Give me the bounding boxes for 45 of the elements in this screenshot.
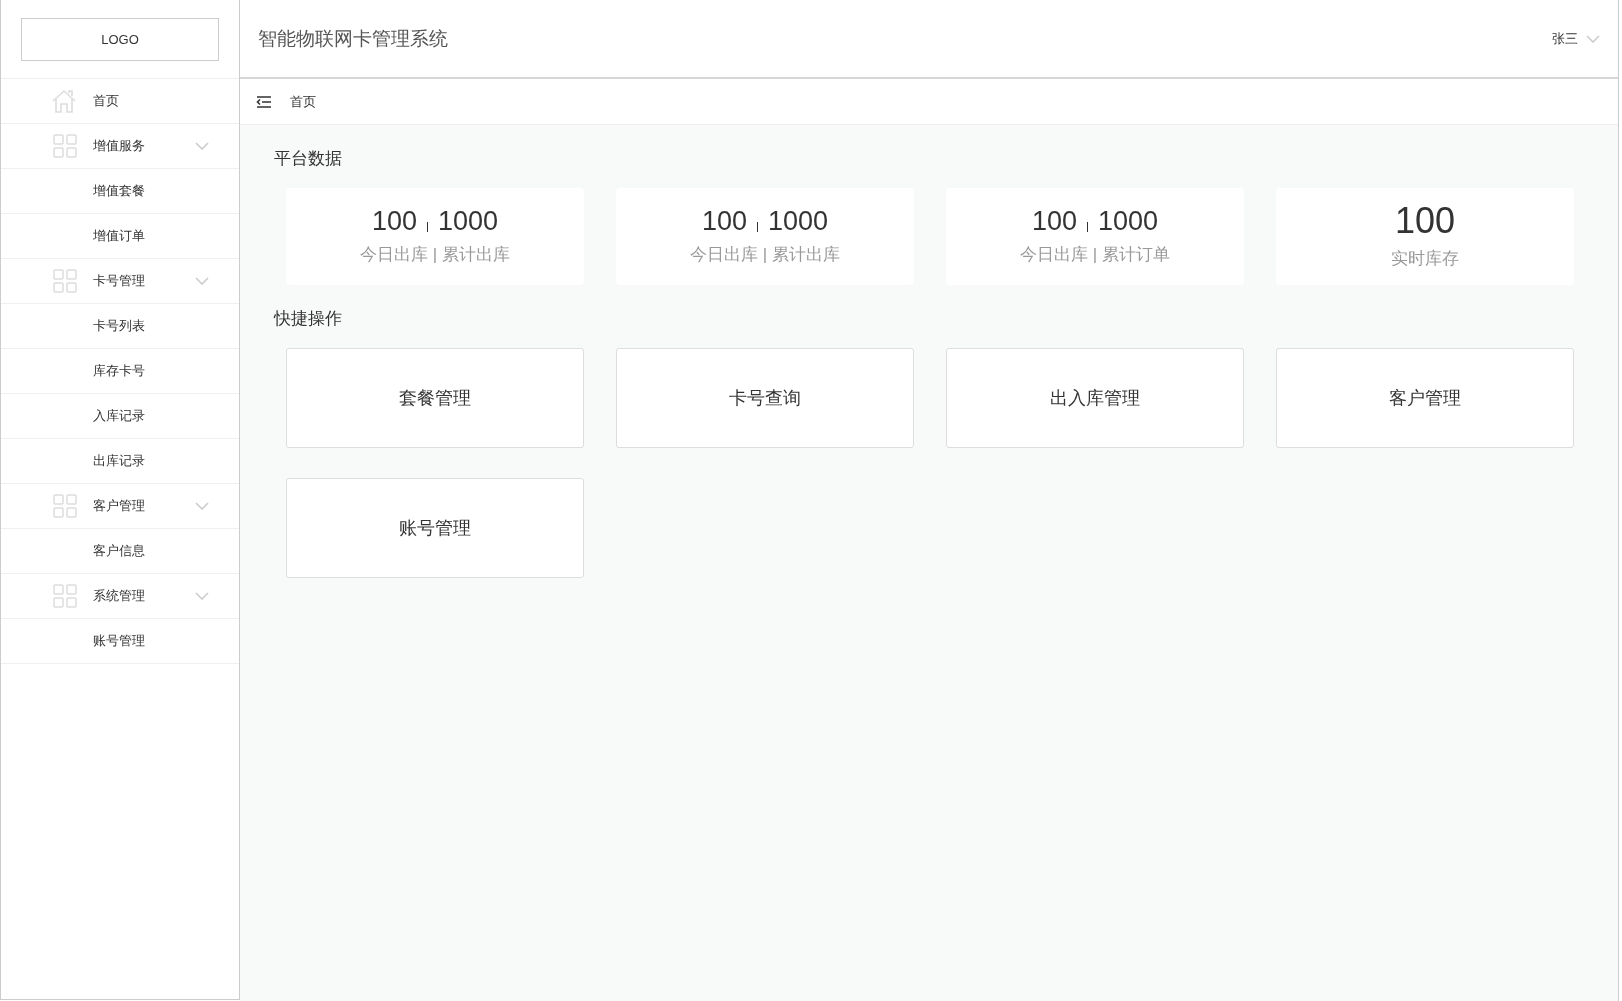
nav-item[interactable]: 系统管理 — [1, 574, 239, 619]
separator-bar — [427, 221, 428, 232]
stat-value: 1000 — [1098, 207, 1159, 235]
grid-icon — [53, 494, 77, 518]
nav-item[interactable]: 客户管理 — [1, 484, 239, 529]
stat-value: 100 — [1031, 207, 1077, 235]
chevron-down-icon — [1586, 34, 1600, 43]
stat-value: 1000 — [768, 207, 829, 235]
breadcrumb-link[interactable]: 首页 — [290, 92, 316, 111]
nav-item[interactable]: 增值服务 — [1, 124, 239, 169]
home-icon — [51, 88, 77, 114]
nav-subitem[interactable]: 客户信息 — [1, 529, 239, 574]
nav-subitem[interactable]: 库存卡号 — [1, 349, 239, 394]
stat-value: 100 — [1394, 203, 1456, 239]
nav-subitem[interactable]: 卡号列表 — [1, 304, 239, 349]
stat-label: 实时库存 — [1391, 248, 1459, 270]
nav-subitem[interactable]: 入库记录 — [1, 394, 239, 439]
grid-icon — [53, 134, 77, 158]
app-title: 智能物联网卡管理系统 — [258, 26, 448, 51]
stat-value: 100 — [371, 207, 417, 235]
quick-action-button[interactable]: 账号管理 — [286, 478, 584, 578]
nav-subitem[interactable]: 增值订单 — [1, 214, 239, 259]
quick-action-button[interactable]: 卡号查询 — [616, 348, 914, 448]
grid-icon — [53, 584, 77, 608]
separator-bar — [1087, 221, 1088, 232]
stat-label: 今日出库 | 累计出库 — [690, 243, 840, 266]
section-title: 快捷操作 — [274, 308, 343, 330]
stat-value: 1000 — [438, 207, 499, 235]
section-title: 平台数据 — [274, 148, 343, 170]
user-menu[interactable]: 张三 — [1552, 29, 1600, 48]
menu-fold-icon — [256, 94, 272, 109]
stat-label: 今日出库 | 累计订单 — [1020, 243, 1170, 266]
stat-value: 100 — [701, 207, 747, 235]
grid-icon — [53, 269, 77, 293]
logo-box[interactable]: LOGO — [21, 17, 219, 61]
nav-item[interactable]: 首页 — [1, 79, 239, 124]
nav-item[interactable]: 卡号管理 — [1, 259, 239, 304]
quick-action-button[interactable]: 套餐管理 — [286, 348, 584, 448]
separator-bar — [757, 221, 758, 232]
nav-subitem[interactable]: 出库记录 — [1, 439, 239, 484]
stat-label: 今日出库 | 累计出库 — [360, 243, 510, 266]
quick-action-button[interactable]: 客户管理 — [1276, 348, 1574, 448]
nav-subitem[interactable]: 账号管理 — [1, 619, 239, 664]
nav-subitem[interactable]: 增值套餐 — [1, 169, 239, 214]
quick-action-button[interactable]: 出入库管理 — [946, 348, 1244, 448]
